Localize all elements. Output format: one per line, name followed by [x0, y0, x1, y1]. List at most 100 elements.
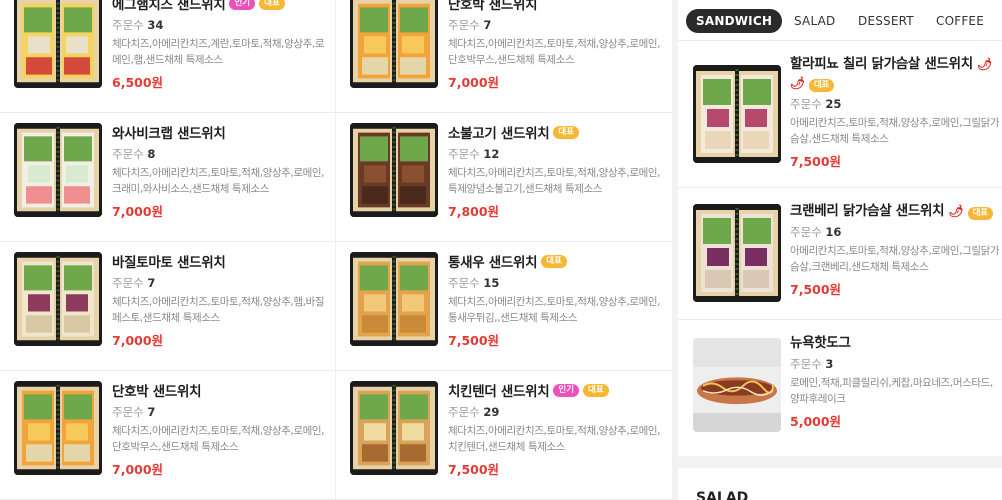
menu-item-photo[interactable] [350, 0, 438, 88]
representative-badge: 대표 [808, 79, 834, 92]
menu-item-photo[interactable] [14, 0, 102, 88]
order-count: 주문수 15 [448, 275, 662, 291]
menu-item-ingredients: 아메리칸치즈,토마토,적채,양상추,로메인,그릴닭가슴살,크랜베리,샌드채체 특… [790, 245, 1000, 273]
menu-item-price: 7,500원 [448, 333, 500, 348]
menu-item-card[interactable]: 통새우 샌드위치 대표 주문수 15 체다치즈,아메리칸치즈,토마토,적채,양상추,로… [336, 242, 672, 371]
order-count: 주문수 7 [112, 404, 325, 420]
menu-item-title-row: 치킨텐더 샌드위치 인기 대표 [448, 379, 662, 401]
menu-item-name: 단호박 샌드위치 [112, 384, 202, 400]
menu-item-name: 와사비크랩 샌드위치 [112, 126, 226, 142]
menu-item-price: 7,500원 [790, 154, 842, 169]
menu-item-photo[interactable] [350, 381, 438, 475]
menu-item-card[interactable]: 에그햄치즈 샌드위치 인기 대표주문수 34 체다치즈,아메리칸치즈,계란,토마토,적… [0, 0, 336, 113]
order-count-value: 7 [147, 405, 156, 419]
order-count-value: 25 [825, 97, 842, 111]
representative-badge: 대표 [259, 0, 285, 10]
menu-item-photo[interactable] [350, 123, 438, 217]
menu-item-ingredients: 체다치즈,아메리칸치즈,계란,토마토,적채,양상추,로메인,햄,샌드채체 특제소… [112, 38, 325, 66]
menu-item-ingredients: 로메인,적채,피클릴리쉬,케찹,마요네즈,머스타드,양파후레이크 [790, 377, 993, 405]
menu-item-name: 할라피뇨 칠리 닭가슴살 샌드위치 [790, 56, 973, 72]
menu-item-card[interactable]: 뉴욕핫도그주문수 3 로메인,적채,피클릴리쉬,케찹,마요네즈,머스타드,양파후레… [678, 320, 1002, 457]
popular-badge: 인기 [229, 0, 256, 10]
order-count-label: 주문수 [790, 357, 822, 371]
order-count-label: 주문수 [112, 276, 144, 290]
order-count-label: 주문수 [448, 18, 480, 32]
order-count-value: 7 [147, 276, 156, 290]
menu-item-price: 7,000원 [112, 333, 164, 348]
order-count-label: 주문수 [448, 276, 480, 290]
order-count: 주문수 12 [448, 146, 662, 162]
menu-item-name: 바질토마토 샌드위치 [112, 255, 226, 271]
menu-item-photo[interactable] [693, 204, 781, 302]
menu-item-price: 7,000원 [448, 75, 500, 90]
menu-item-ingredients: 체다치즈,아메리칸치즈,토마토,적채,양상추,로메인,치킨텐더,샌드채체 특제소… [448, 425, 661, 453]
menu-item-info: 뉴욕핫도그주문수 3 로메인,적채,피클릴리쉬,케찹,마요네즈,머스타드,양파후레… [790, 334, 1000, 430]
menu-item-title-row: 단호박 샌드위치 [448, 0, 662, 14]
order-count: 주문수 3 [790, 356, 1000, 372]
menu-item-info: 단호박 샌드위치주문수 7 체다치즈,아메리칸치즈,토마토,적채,양상추,로메인,… [448, 0, 662, 91]
chili-icon: 🌶 [948, 204, 964, 218]
representative-badge: 대표 [541, 254, 567, 268]
menu-item-card[interactable]: 소불고기 샌드위치 대표 주문수 12 체다치즈,아메리칸치즈,토마토,적채,양상추,… [336, 113, 672, 242]
section-divider [678, 456, 1002, 468]
order-count-label: 주문수 [112, 18, 144, 32]
menu-item-photo[interactable] [14, 252, 102, 346]
popular-badge: 인기 [553, 383, 580, 397]
menu-item-title-row: 바질토마토 샌드위치 [112, 250, 325, 272]
menu-item-info: 단호박 샌드위치주문수 7 체다치즈,아메리칸치즈,토마토,적채,양상추,로메인,… [112, 379, 325, 478]
menu-item-info: 치킨텐더 샌드위치 인기 대표주문수 29 체다치즈,아메리칸치즈,토마토,적채,양상… [448, 379, 662, 478]
order-count: 주문수 7 [448, 17, 662, 33]
order-count-value: 12 [483, 147, 500, 161]
menu-item-name: 크랜베리 닭가슴살 샌드위치 [790, 203, 945, 219]
menu-item-ingredients: 체다치즈,아메리칸치즈,토마토,적채,양상추,로메인,단호박무스,샌드채체 특제… [448, 38, 661, 66]
menu-item-name: 에그햄치즈 샌드위치 [112, 0, 226, 13]
menu-item-photo[interactable] [350, 252, 438, 346]
order-count-label: 주문수 [448, 147, 480, 161]
menu-item-price: 7,500원 [448, 462, 500, 477]
chili-icon: 🌶 [790, 76, 805, 90]
menu-item-ingredients: 체다치즈,아메리칸치즈,토마토,적채,양상추,로메인,크래미,와사비소스,샌드채… [112, 167, 325, 195]
menu-item-card[interactable]: 단호박 샌드위치주문수 7 체다치즈,아메리칸치즈,토마토,적채,양상추,로메인,… [336, 0, 672, 113]
menu-item-price: 7,000원 [112, 204, 164, 219]
category-tabs: SANDWICH SALAD DESSERT COFFEE [678, 0, 1002, 41]
order-count: 주문수 7 [112, 275, 325, 291]
menu-item-title-row: 뉴욕핫도그 [790, 334, 1000, 353]
order-count-value: 8 [147, 147, 156, 161]
menu-item-info: 통새우 샌드위치 대표 주문수 15 체다치즈,아메리칸치즈,토마토,적채,양상추,로… [448, 250, 662, 349]
tab-coffee[interactable]: COFFEE [936, 9, 984, 33]
menu-item-info: 에그햄치즈 샌드위치 인기 대표주문수 34 체다치즈,아메리칸치즈,계란,토마토,적… [112, 0, 325, 91]
order-count-label: 주문수 [448, 405, 480, 419]
order-count-value: 3 [825, 357, 834, 371]
menu-item-card[interactable]: 크랜베리 닭가슴살 샌드위치 🌶 대표 주문수 16 아메리칸치즈,토마토,적채,양상… [678, 188, 1002, 320]
menu-item-ingredients: 체다치즈,아메리칸치즈,토마토,적채,양상추,로메인,단호박무스,샌드채체 특제… [112, 425, 325, 453]
order-count: 주문수 8 [112, 146, 325, 162]
representative-badge: 대표 [583, 383, 609, 397]
order-count-value: 15 [483, 276, 500, 290]
tab-salad[interactable]: SALAD [794, 9, 835, 33]
menu-item-card[interactable]: 단호박 샌드위치주문수 7 체다치즈,아메리칸치즈,토마토,적채,양상추,로메인,… [0, 371, 336, 500]
menu-item-card[interactable]: 할라피뇨 칠리 닭가슴살 샌드위치 🌶🌶 대표 주문수 25 아메리칸치즈,토마토,적… [678, 41, 1002, 188]
menu-item-card[interactable]: 바질토마토 샌드위치 주문수 7 체다치즈,아메리칸치즈,토마토,적채,양상추,햄,… [0, 242, 336, 371]
menu-item-name: 소불고기 샌드위치 [448, 126, 550, 142]
section-heading-salad: SALAD [696, 490, 749, 500]
menu-item-name: 단호박 샌드위치 [448, 0, 538, 13]
menu-item-card[interactable]: 와사비크랩 샌드위치주문수 8 체다치즈,아메리칸치즈,토마토,적채,양상추,로메… [0, 113, 336, 242]
menu-item-photo[interactable] [14, 123, 102, 217]
order-count-value: 16 [825, 225, 842, 239]
tab-dessert[interactable]: DESSERT [858, 9, 914, 33]
order-count-value: 34 [147, 18, 164, 32]
menu-item-card[interactable]: 치킨텐더 샌드위치 인기 대표주문수 29 체다치즈,아메리칸치즈,토마토,적채,양상… [336, 371, 672, 500]
order-count-value: 29 [483, 405, 500, 419]
menu-item-name: 뉴욕핫도그 [790, 335, 851, 351]
order-count: 주문수 25 [790, 96, 1000, 112]
tab-sandwich[interactable]: SANDWICH [686, 9, 783, 33]
menu-item-photo[interactable] [693, 338, 781, 432]
menu-item-price: 7,800원 [448, 204, 500, 219]
representative-badge: 대표 [967, 207, 993, 220]
menu-item-title-row: 에그햄치즈 샌드위치 인기 대표 [112, 0, 325, 14]
order-count-value: 7 [483, 18, 492, 32]
menu-item-photo[interactable] [693, 65, 781, 163]
menu-item-ingredients: 체다치즈,아메리칸치즈,토마토,적채,양상추,로메인,통새우튀김,,샌드채체 특… [448, 296, 661, 324]
menu-item-price: 7,000원 [112, 462, 164, 477]
menu-item-photo[interactable] [14, 381, 102, 475]
